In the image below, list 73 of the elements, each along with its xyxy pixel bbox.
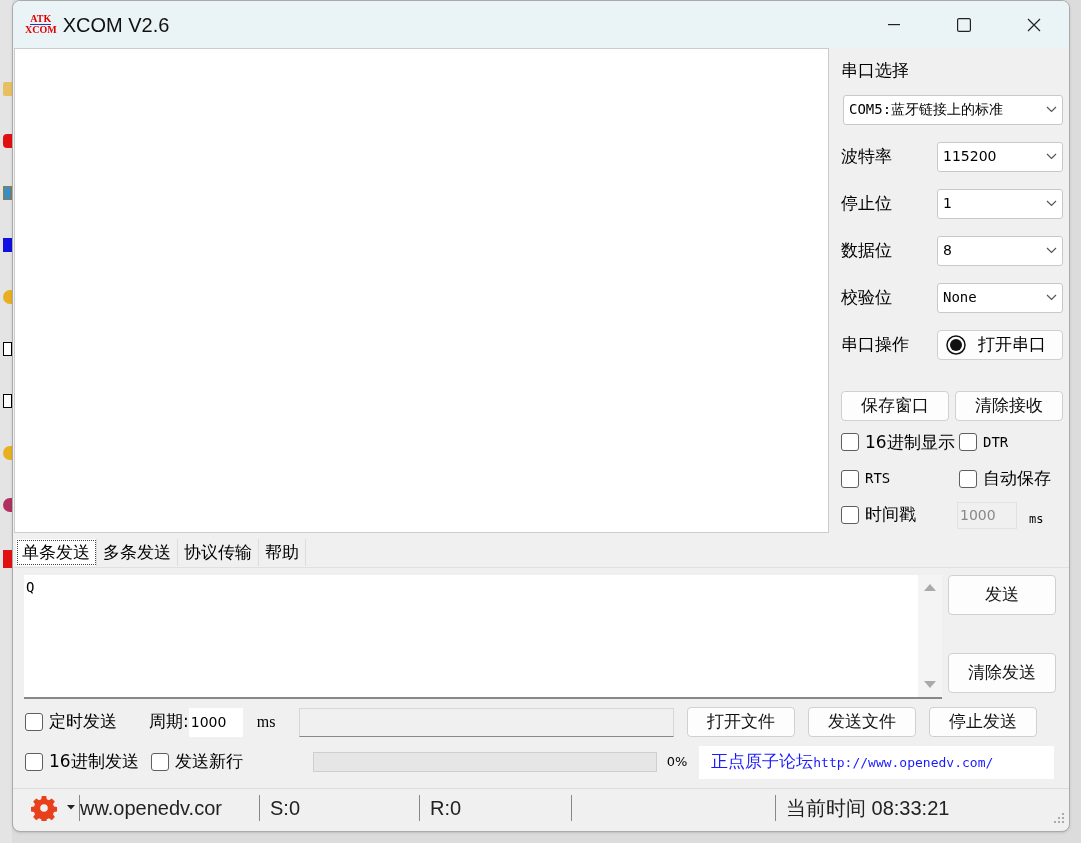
- minimize-icon: [888, 23, 900, 26]
- send-area[interactable]: Q: [24, 575, 918, 699]
- app-icon: [3, 290, 12, 304]
- maximize-icon: [957, 17, 971, 32]
- app-icon: [3, 498, 12, 512]
- sent-count: S:0: [259, 794, 419, 821]
- field-label: 校验位: [841, 285, 893, 309]
- checkbox-label: 自动保存: [983, 467, 1051, 490]
- field-label: 串口选择: [841, 59, 910, 82]
- dropdown[interactable]: 8: [937, 235, 1063, 266]
- caret-icon[interactable]: [67, 805, 75, 810]
- checkbox-label: 定时发送: [49, 710, 118, 734]
- checkbox-label: RTS: [865, 469, 891, 489]
- forum-link[interactable]: 正点原子论坛http://www.openedv.com/: [711, 749, 994, 775]
- checkbox[interactable]: [150, 753, 169, 771]
- checkbox-label: 时间戳: [865, 503, 917, 527]
- dropdown[interactable]: 115200: [937, 141, 1063, 172]
- tab[interactable]: 单条发送: [16, 539, 97, 566]
- dropdown[interactable]: 1: [937, 188, 1063, 219]
- app-icon: [3, 186, 12, 200]
- button[interactable]: 发送文件: [808, 707, 917, 737]
- field-label: 停止位: [841, 191, 893, 215]
- button[interactable]: 打开文件: [687, 707, 796, 737]
- button[interactable]: 清除发送: [948, 653, 1056, 693]
- scroll-up-icon[interactable]: [924, 583, 936, 591]
- field-label: 数据位: [841, 238, 893, 262]
- period-field[interactable]: 1000: [188, 707, 243, 737]
- resize-grip-icon[interactable]: [1053, 812, 1065, 824]
- window-title: XCOM V2.6: [62, 12, 170, 38]
- chevron-down-icon: [1046, 247, 1057, 254]
- app-icon: [3, 238, 12, 252]
- checkbox[interactable]: [841, 469, 859, 488]
- dropdown[interactable]: None: [937, 282, 1063, 313]
- app-icon: [3, 134, 12, 148]
- checkbox[interactable]: [841, 433, 859, 452]
- folder-icon: [3, 82, 12, 96]
- chevron-down-icon: [1046, 294, 1057, 301]
- field-label: 波特率: [841, 144, 893, 168]
- checkbox[interactable]: [25, 713, 43, 731]
- logo: ATK XCOM: [25, 14, 57, 35]
- field-label: 周期:: [149, 710, 189, 734]
- received-count: R:0: [419, 794, 571, 821]
- button[interactable]: 清除接收: [955, 390, 1063, 421]
- scrollbar[interactable]: [918, 575, 942, 699]
- checkbox-label: 16进制发送: [49, 750, 139, 774]
- dropdown[interactable]: COM5:蓝牙链接上的标准: [843, 94, 1063, 125]
- gear-icon[interactable]: [31, 794, 57, 821]
- app-icon: [3, 342, 12, 356]
- status-url: ww.openedv.cor: [79, 794, 259, 821]
- button[interactable]: 发送: [948, 575, 1056, 615]
- checkbox-label: 16进制显示: [865, 430, 955, 454]
- checkbox-label: DTR: [983, 432, 1009, 452]
- chevron-down-icon: [1046, 153, 1057, 160]
- button[interactable]: 保存窗口: [841, 390, 949, 421]
- chevron-down-icon: [1046, 200, 1057, 207]
- app-icon: [3, 394, 12, 408]
- close-icon: [1027, 17, 1041, 32]
- unit-label: ms: [256, 712, 276, 732]
- checkbox[interactable]: [25, 753, 43, 771]
- progress-reading: 0%: [666, 753, 688, 772]
- button[interactable]: 停止发送: [929, 707, 1038, 737]
- current-time: 当前时间 08:33:21: [775, 794, 950, 821]
- scroll-down-icon[interactable]: [924, 681, 936, 689]
- chevron-down-icon: [1046, 106, 1057, 113]
- file-path-field[interactable]: [299, 707, 675, 737]
- checkbox[interactable]: [959, 433, 977, 452]
- unit-label: ms: [1029, 511, 1044, 528]
- app-icon: [3, 550, 12, 568]
- open-port-button[interactable]: 打开串口: [937, 329, 1063, 360]
- checkbox[interactable]: [959, 469, 977, 488]
- app-icon: [3, 446, 12, 460]
- checkbox-label: 发送新行: [174, 750, 243, 774]
- field-label: 串口操作: [841, 332, 910, 356]
